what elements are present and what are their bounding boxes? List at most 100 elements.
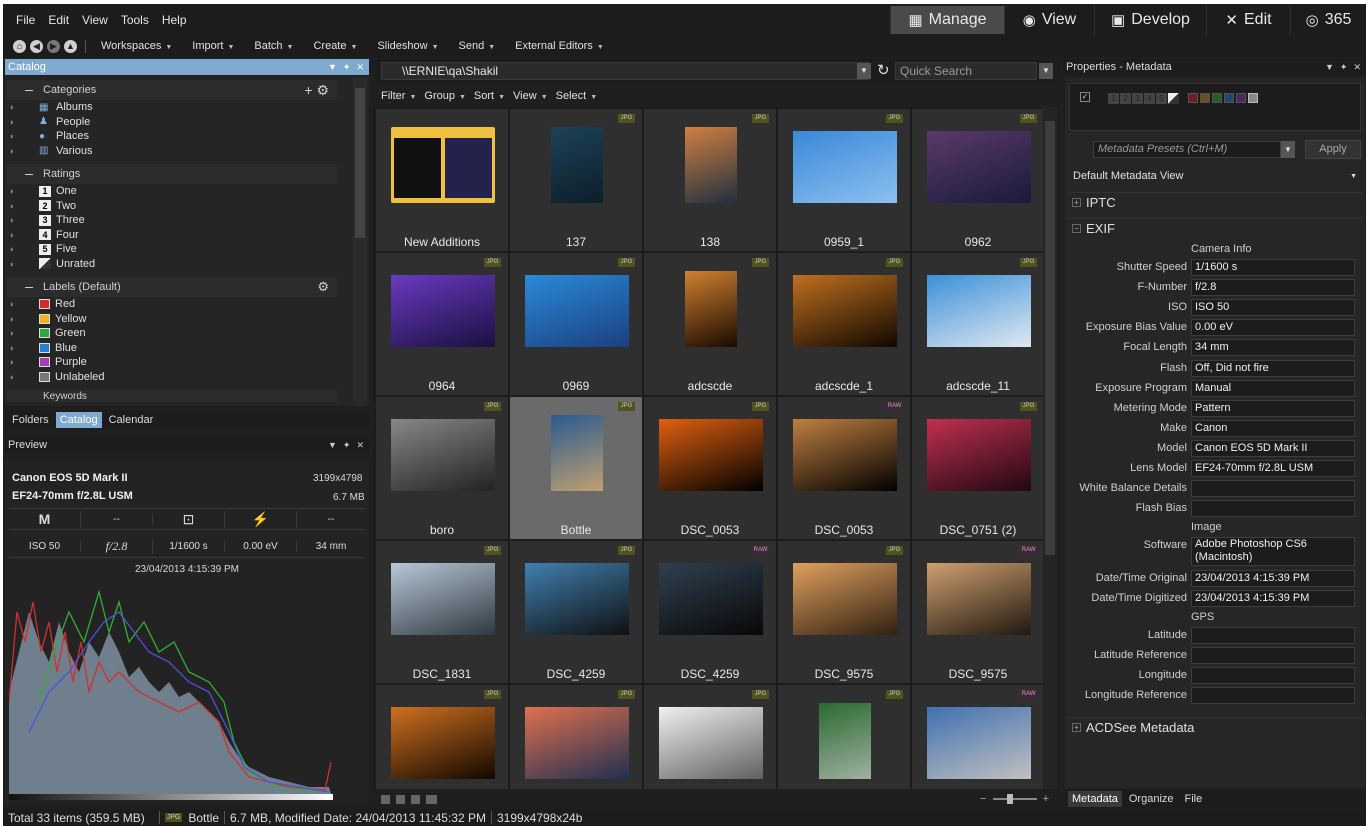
thumbnail[interactable]: JPG DSC_0053 — [644, 397, 776, 539]
menu-edit[interactable]: Edit — [48, 13, 69, 27]
field-value[interactable]: 0.00 eV — [1191, 319, 1355, 337]
pin-icon[interactable]: ◗ — [5, 201, 23, 211]
pin-icon[interactable]: ◗ — [5, 186, 23, 196]
thumbnail[interactable]: JPG DSC_0751 (2) — [912, 397, 1043, 539]
category-people[interactable]: ◗ ♟ People — [5, 115, 369, 130]
path-dropdown-icon[interactable]: ▼ — [857, 63, 871, 79]
menu-tools[interactable]: Tools — [121, 13, 149, 27]
pin-icon[interactable]: ◗ — [5, 230, 23, 240]
rating-two[interactable]: ◗ 2 Two — [5, 199, 369, 214]
thumbnail[interactable]: RAW DSC_0053 — [778, 397, 910, 539]
category-albums[interactable]: ◗ ▦ Albums — [5, 100, 369, 115]
thumbnail[interactable]: JPG boro — [376, 397, 508, 539]
rating-button-2[interactable]: 2 — [1120, 93, 1131, 104]
tab-catalog[interactable]: Catalog — [55, 412, 102, 428]
import-menu[interactable]: Import ▼ — [192, 40, 234, 52]
label-red[interactable]: ◗ Red — [5, 297, 369, 312]
rating-four[interactable]: ◗ 4 Four — [5, 228, 369, 243]
thumbnail[interactable]: JPG 0969 — [510, 253, 642, 395]
thumbnail[interactable]: JPG 137 — [510, 109, 642, 251]
mode-edit[interactable]: ✕ Edit — [1206, 6, 1290, 34]
thumbnail[interactable]: JPG 0962 — [912, 109, 1043, 251]
field-value[interactable]: f/2.8 — [1191, 279, 1355, 297]
field-value[interactable]: 23/04/2013 4:15:39 PM — [1191, 570, 1355, 587]
field-value[interactable]: Manual — [1191, 379, 1355, 397]
thumbnail[interactable]: JPG adcscde_1 — [778, 253, 910, 395]
pin-icon[interactable]: ◗ — [5, 328, 23, 338]
label-swatch-yellow[interactable] — [1200, 93, 1210, 103]
pin-icon[interactable]: ✦ — [343, 62, 351, 73]
pin-icon[interactable]: ◗ — [5, 372, 23, 382]
pin-icon[interactable]: ◗ — [5, 215, 23, 225]
collapse-icon[interactable]: − — [1072, 224, 1081, 233]
field-value[interactable]: 1/1600 s — [1191, 259, 1355, 276]
menu-view[interactable]: View — [82, 13, 108, 27]
view-menu[interactable]: View ▼ — [513, 90, 548, 102]
zoom-in-icon[interactable]: + — [1043, 793, 1049, 805]
label-unlabeled[interactable]: ◗ Unlabeled — [5, 370, 369, 385]
mode-develop[interactable]: ▣ Develop — [1094, 6, 1206, 34]
acdsee-metadata-group[interactable]: + ACDSee Metadata — [1068, 717, 1362, 737]
metadata-view-select[interactable]: Default Metadata View ▼ — [1073, 170, 1357, 182]
thumbnail[interactable]: JPG 0964 — [376, 253, 508, 395]
compare-icon[interactable] — [426, 794, 437, 804]
field-value[interactable] — [1191, 500, 1355, 518]
thumbnail[interactable]: JPG DSC_9575 — [778, 541, 910, 683]
check-icon[interactable]: ✓ — [1080, 92, 1090, 102]
menu-help[interactable]: Help — [162, 13, 187, 27]
categories-section[interactable]: Categories + ⚙ — [7, 80, 337, 100]
gear-icon[interactable]: ⚙ — [317, 279, 337, 295]
back-icon[interactable]: ◀ — [30, 39, 43, 53]
collapse-icon[interactable] — [25, 89, 33, 91]
rotate-right-icon[interactable] — [411, 794, 420, 804]
up-icon[interactable]: ▲ — [64, 39, 77, 53]
iptc-group[interactable]: + IPTC — [1068, 192, 1362, 212]
sort-menu[interactable]: Sort ▼ — [474, 90, 505, 102]
thumbnail[interactable]: RAW DSC_4259 — [644, 541, 776, 683]
close-icon[interactable]: ✕ — [356, 62, 364, 73]
thumbnail[interactable]: New Additions — [376, 109, 508, 251]
thumbnail[interactable]: RAW — [912, 685, 1043, 789]
mode-view[interactable]: ◉ View — [1004, 6, 1094, 34]
tab-folders[interactable]: Folders — [8, 412, 53, 428]
view-mode-icon[interactable] — [381, 794, 390, 804]
close-icon[interactable]: ✕ — [1353, 62, 1361, 73]
label-swatch-none[interactable] — [1248, 93, 1258, 103]
pin-icon[interactable]: ◗ — [5, 244, 23, 254]
ratings-section[interactable]: Ratings — [7, 164, 337, 184]
thumbnail[interactable]: JPG — [778, 685, 910, 789]
unrated-icon[interactable] — [1168, 93, 1179, 104]
create-menu[interactable]: Create ▼ — [313, 40, 357, 52]
label-swatch-purple[interactable] — [1236, 93, 1246, 103]
rating-three[interactable]: ◗ 3 Three — [5, 213, 369, 228]
thumbnail[interactable]: JPG Bottle — [510, 397, 642, 539]
rotate-left-icon[interactable] — [396, 794, 405, 804]
thumbnail[interactable]: JPG DSC_1831 — [376, 541, 508, 683]
close-icon[interactable]: ✕ — [356, 440, 364, 451]
scrollbar-thumb[interactable] — [355, 88, 365, 238]
tab-calendar[interactable]: Calendar — [105, 412, 158, 428]
thumbnail[interactable]: JPG adcscde — [644, 253, 776, 395]
pin-icon[interactable]: ◗ — [5, 259, 23, 269]
label-swatch-blue[interactable] — [1224, 93, 1234, 103]
metadata-presets-input[interactable]: Metadata Presets (Ctrl+M) — [1093, 141, 1281, 158]
mode-manage[interactable]: ▦ Manage — [890, 6, 1004, 34]
thumbnail[interactable]: JPG — [376, 685, 508, 789]
label-blue[interactable]: ◗ Blue — [5, 341, 369, 356]
home-icon[interactable]: ⌂ — [13, 39, 26, 53]
keywords-section[interactable]: Keywords — [7, 390, 337, 402]
external-editors-menu[interactable]: External Editors ▼ — [515, 40, 604, 52]
zoom-slider[interactable] — [992, 794, 1037, 804]
rating-button-4[interactable]: 4 — [1144, 93, 1155, 104]
thumbnail[interactable]: JPG 138 — [644, 109, 776, 251]
label-green[interactable]: ◗ Green — [5, 326, 369, 341]
rating-five[interactable]: ◗ 5 Five — [5, 242, 369, 257]
label-swatch-green[interactable] — [1212, 93, 1222, 103]
field-value[interactable]: Canon EOS 5D Mark II — [1191, 439, 1355, 457]
zoom-out-icon[interactable]: − — [980, 793, 986, 805]
rating-button-1[interactable]: 1 — [1108, 93, 1119, 104]
workspaces-menu[interactable]: Workspaces ▼ — [101, 40, 172, 52]
thumbnail[interactable]: JPG adcscde_11 — [912, 253, 1043, 395]
tab-metadata[interactable]: Metadata — [1068, 791, 1122, 807]
label-yellow[interactable]: ◗ Yellow — [5, 312, 369, 327]
